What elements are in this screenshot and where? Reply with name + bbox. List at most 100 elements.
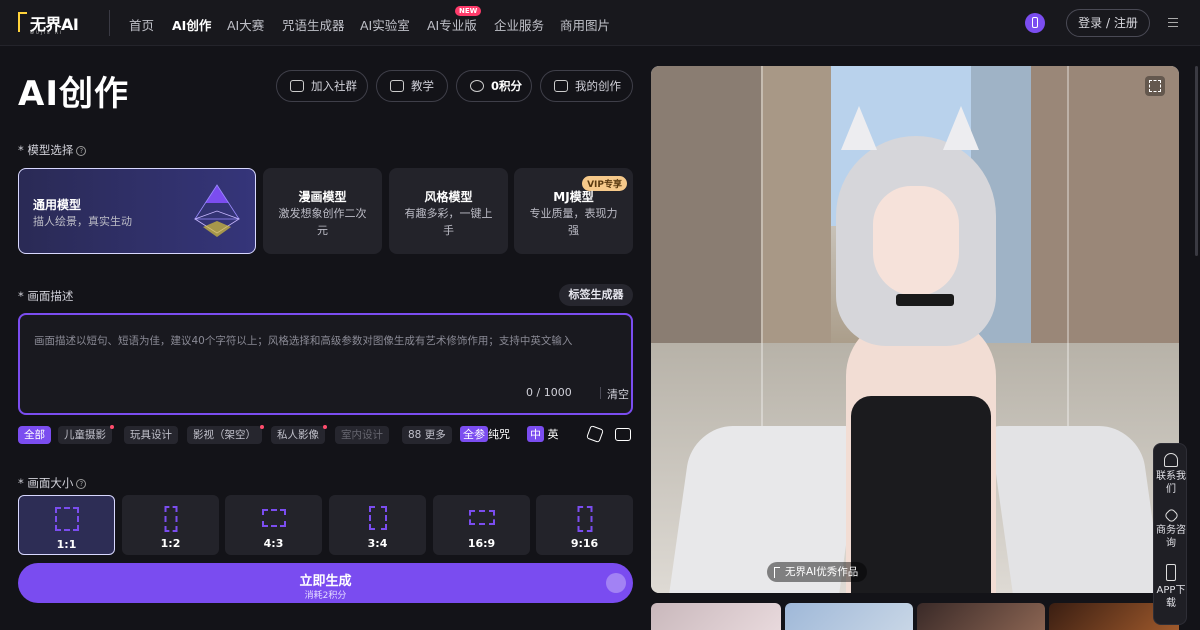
tag-generator-button[interactable]: 标签生成器: [559, 284, 633, 306]
all-params-toggle[interactable]: 全参 纯咒: [460, 426, 510, 442]
chat-icon: [290, 80, 304, 92]
ratio-frame-icon: [368, 506, 387, 530]
headset-icon: [1164, 453, 1178, 467]
nav-divider: [109, 10, 110, 36]
handshake-icon: [1163, 507, 1179, 524]
ratio-label: 16:9: [467, 537, 496, 550]
size-option-16-9[interactable]: 16:9: [433, 495, 530, 555]
nav-item-ai-pro[interactable]: AI专业版: [427, 15, 477, 34]
ratio-frame-icon: [468, 510, 495, 525]
chip-all[interactable]: 全部: [18, 426, 51, 444]
generate-button[interactable]: 立即生成 消耗2积分: [18, 563, 633, 603]
hamburger-menu-icon[interactable]: [1168, 18, 1178, 27]
brand-logo[interactable]: 无界AI WUJIE AI: [18, 10, 90, 36]
app-download-label: APP下载: [1156, 585, 1186, 609]
points-label: 0积分: [491, 79, 523, 93]
size-option-9-16[interactable]: 9:16: [536, 495, 633, 555]
model-desc: 专业质量，表现力强: [529, 207, 618, 237]
model-name: 漫画模型: [298, 190, 347, 204]
model-name: MJ模型: [553, 190, 594, 204]
nav-item-enterprise[interactable]: 企业服务: [494, 15, 544, 34]
thumbnail[interactable]: [785, 603, 913, 630]
nav-item-spell-generator[interactable]: 咒语生成器: [282, 15, 345, 34]
thumbnail[interactable]: [917, 603, 1045, 630]
all-params-label: 全参: [460, 426, 488, 442]
generate-cost: 消耗2积分: [304, 591, 347, 601]
dice-random-icon[interactable]: [586, 425, 604, 443]
business-inquiry-button[interactable]: 商务咨询: [1154, 507, 1188, 550]
login-button[interactable]: 登录 / 注册: [1066, 9, 1150, 37]
chip-label: 儿童摄影: [64, 429, 106, 441]
chip-more[interactable]: 88 更多: [402, 426, 452, 444]
figure-face: [873, 186, 959, 296]
tutorial-button[interactable]: 教学: [376, 70, 448, 102]
nav-item-home[interactable]: 首页: [129, 15, 154, 34]
nav-item-ai-create[interactable]: AI创作: [172, 15, 211, 34]
help-icon[interactable]: ?: [76, 479, 87, 489]
float-toolbar: 联系我们 商务咨询 APP下载: [1153, 443, 1187, 625]
nav-item-ai-lab[interactable]: AI实验室: [360, 15, 410, 34]
chip-dot: [323, 425, 327, 429]
prompt-textarea[interactable]: 画面描述以短句、短语为佳，建议40个字符以上；风格选择和高级参数对图像生成有艺术…: [18, 313, 633, 415]
size-option-1-2[interactable]: 1:2: [122, 495, 219, 555]
app-download-button[interactable]: APP下载: [1154, 564, 1188, 610]
desc-section-label: * 画面描述: [18, 289, 74, 303]
page-title: AI创作: [18, 74, 129, 114]
book-icon: [390, 80, 404, 92]
size-section-label: * 画面大小?: [18, 475, 87, 491]
help-icon[interactable]: ?: [76, 146, 87, 156]
thumbnail[interactable]: [651, 603, 781, 630]
chip-dot: [110, 425, 114, 429]
robot-icon[interactable]: [615, 428, 631, 441]
nav-item-ai-contest[interactable]: AI大赛: [227, 15, 264, 34]
model-card-general[interactable]: 通用模型 描人绘景，真实生动: [18, 168, 256, 254]
char-counter: 0 / 1000: [526, 386, 572, 399]
lang-en: 英: [547, 428, 559, 441]
lang-zh: 中: [527, 426, 544, 442]
scrollbar[interactable]: [1195, 66, 1198, 256]
size-option-1-1[interactable]: 1:1: [18, 495, 115, 555]
ratio-frame-icon: [54, 507, 79, 531]
points-button[interactable]: 0积分: [456, 70, 532, 102]
jacket-shape: [989, 426, 1163, 593]
chip-toy-design[interactable]: 玩具设计: [124, 426, 178, 444]
size-label-text: * 画面大小: [18, 476, 74, 490]
join-community-button[interactable]: 加入社群: [276, 70, 368, 102]
top-nav: 无界AI WUJIE AI 首页 AI创作 AI大赛 咒语生成器 AI实验室 A…: [0, 0, 1200, 46]
model-card-comic[interactable]: 漫画模型 激发想象创作二次元: [263, 168, 382, 254]
contact-us-button[interactable]: 联系我们: [1154, 453, 1188, 496]
figure-dress: [851, 396, 991, 593]
clear-button[interactable]: 清空: [599, 386, 629, 402]
model-card-mj[interactable]: VIP专享 MJ模型 专业质量，表现力强: [514, 168, 633, 254]
brand-sub: WUJIE AI: [30, 30, 63, 35]
join-community-label: 加入社群: [311, 79, 357, 93]
chip-film[interactable]: 影视（架空）: [187, 425, 264, 444]
language-toggle[interactable]: 中 英: [527, 426, 559, 442]
showcase-image[interactable]: 无界AI优秀作品: [651, 66, 1179, 593]
size-option-4-3[interactable]: 4:3: [225, 495, 322, 555]
chip-child-photo[interactable]: 儿童摄影: [58, 425, 114, 444]
ratio-frame-icon: [164, 506, 177, 532]
fullscreen-icon[interactable]: [1145, 76, 1165, 96]
chip-private-image[interactable]: 私人影像: [271, 425, 327, 444]
my-creations-button[interactable]: 我的创作: [540, 70, 633, 102]
ratio-frame-icon: [261, 509, 286, 527]
model-desc: 激发想象创作二次元: [278, 207, 367, 237]
business-inquiry-label: 商务咨询: [1156, 525, 1186, 549]
nav-item-commercial-images[interactable]: 商用图片: [560, 15, 610, 34]
new-badge: NEW: [455, 6, 482, 16]
model-card-style[interactable]: 风格模型 有趣多彩，一键上手: [389, 168, 508, 254]
document-icon: [606, 573, 626, 593]
ratio-frame-icon: [577, 506, 592, 532]
folder-icon: [554, 80, 568, 92]
contact-us-label: 联系我们: [1156, 471, 1186, 495]
prompt-placeholder: 画面描述以短句、短语为佳，建议40个字符以上；风格选择和高级参数对图像生成有艺术…: [34, 335, 573, 347]
model-label-text: * 模型选择: [18, 143, 74, 157]
mobile-icon[interactable]: [1025, 13, 1045, 33]
figure-choker: [896, 294, 954, 306]
chip-interior-design[interactable]: 室内设计: [335, 426, 389, 444]
logo-mark-icon: [18, 12, 27, 32]
size-option-3-4[interactable]: 3:4: [329, 495, 426, 555]
ratio-label: 3:4: [367, 537, 388, 550]
chip-label: 私人影像: [277, 429, 319, 441]
